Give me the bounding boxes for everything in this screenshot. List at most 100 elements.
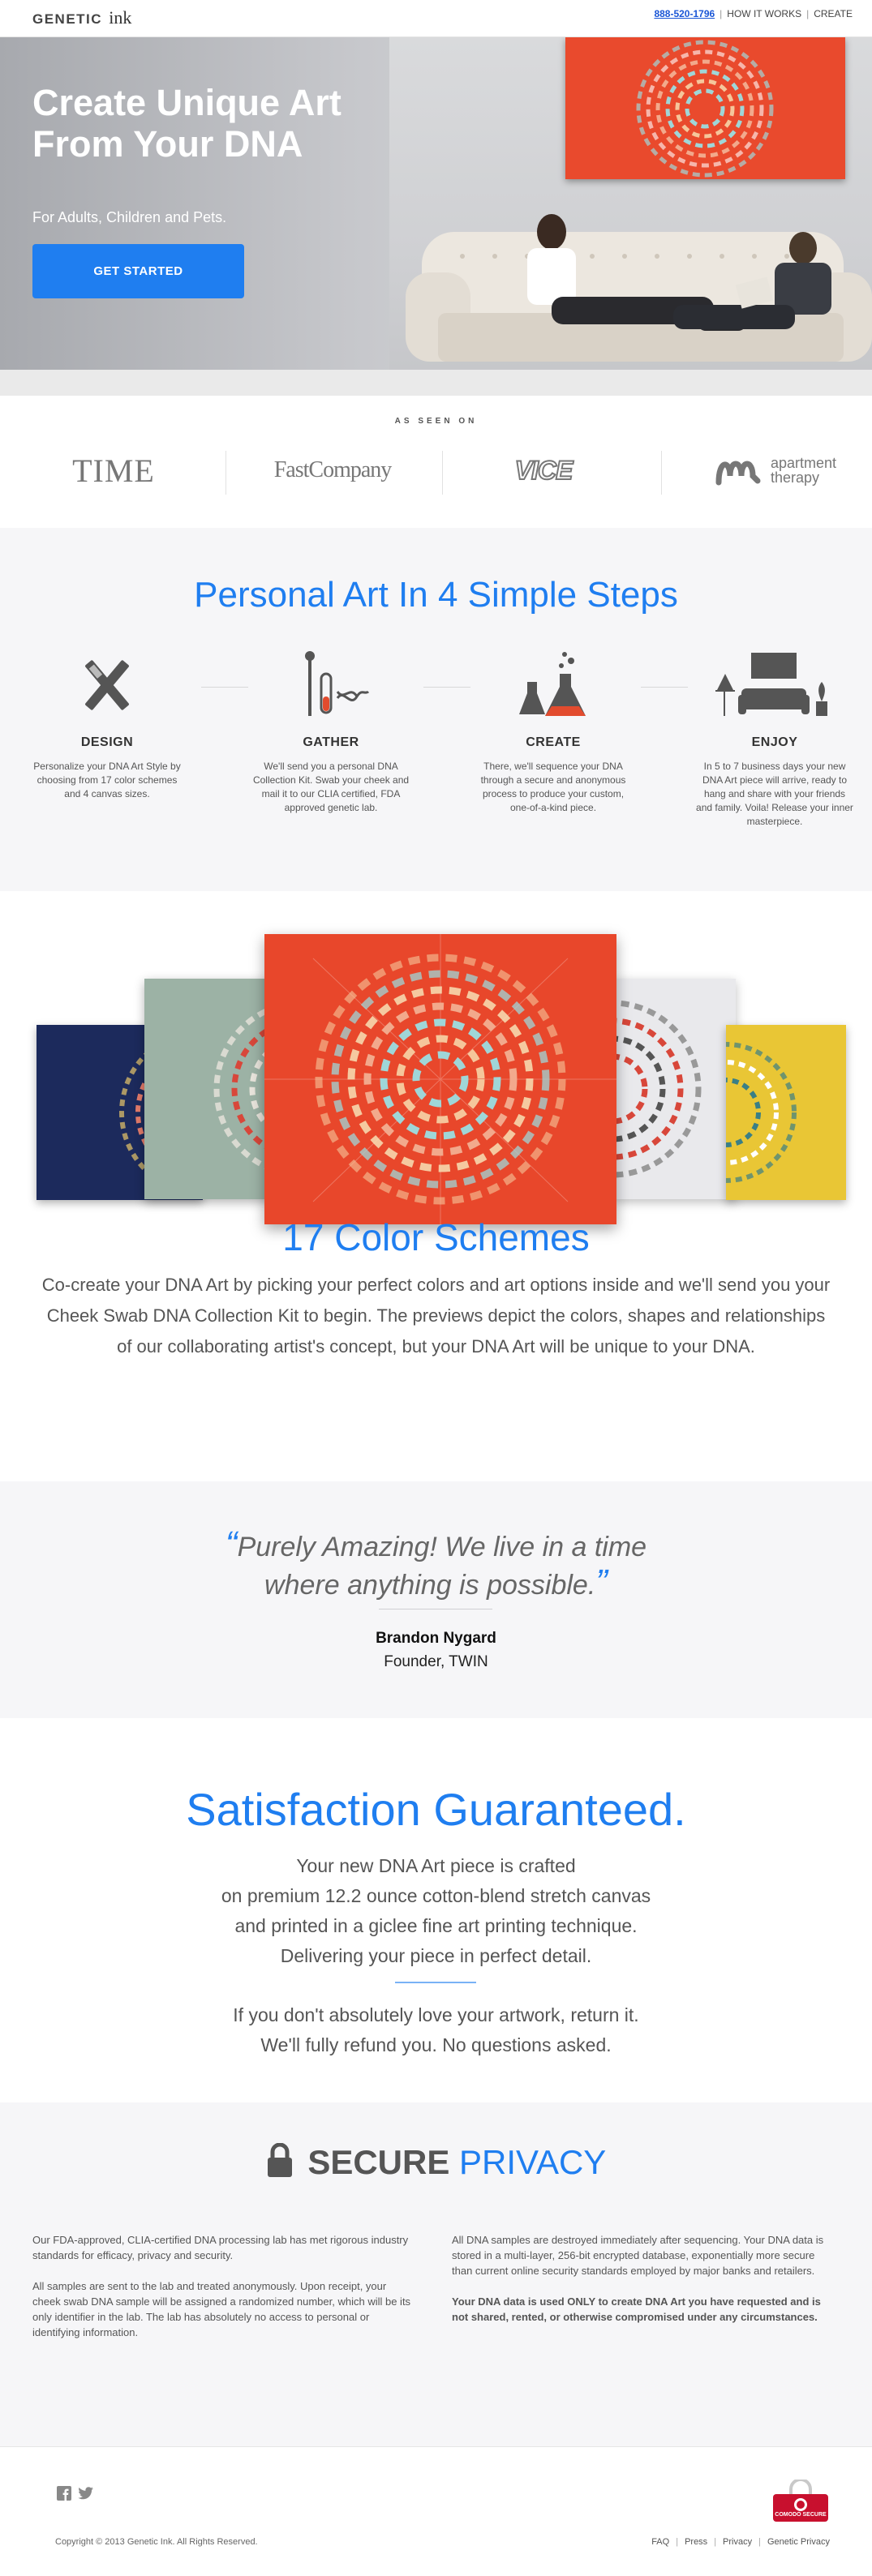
press-divider bbox=[442, 451, 443, 495]
footer-separator: | bbox=[758, 2537, 761, 2547]
site-header: GENETIC ink 888-520-1796 | HOW IT WORKS … bbox=[0, 0, 872, 37]
press-divider bbox=[661, 451, 662, 495]
step-enjoy: ENJOY In 5 to 7 business days your new D… bbox=[689, 648, 860, 829]
living-room-icon bbox=[715, 653, 827, 716]
canvas-preview-red[interactable] bbox=[264, 934, 616, 1224]
nav-separator: | bbox=[720, 8, 723, 19]
color-schemes-title: 17 Color Schemes bbox=[282, 1216, 590, 1258]
canvas-preview-white[interactable] bbox=[612, 979, 736, 1199]
refund-line: We'll fully refund you. No questions ask… bbox=[260, 2034, 612, 2055]
hero-title: Create Unique Art From Your DNA bbox=[32, 82, 341, 165]
secure-privacy-section: SECURE PRIVACY Our FDA-approved, CLIA-ce… bbox=[0, 2102, 872, 2446]
steps-section: Personal Art In 4 Simple Steps DESIGN Pe… bbox=[0, 528, 872, 891]
press-logo-apartment-therapy[interactable]: apartment therapy bbox=[698, 446, 860, 495]
testimonial-quote: “Purely Amazing! We live in a time where… bbox=[0, 1527, 872, 1603]
social-links bbox=[57, 2486, 94, 2501]
dna-art-icon bbox=[264, 934, 616, 1224]
secure-title-strong: SECURE bbox=[307, 2143, 450, 2181]
step-connector bbox=[201, 687, 248, 688]
press-logo-time[interactable]: TIME bbox=[32, 446, 195, 495]
fastcompany-logo-text: FastCompany bbox=[273, 457, 393, 482]
facebook-icon[interactable] bbox=[57, 2486, 71, 2501]
comodo-secure-badge[interactable]: COMODO SECURE bbox=[771, 2478, 830, 2523]
site-footer: COMODO SECURE Copyright © 2013 Genetic I… bbox=[0, 2446, 872, 2576]
flask-icon bbox=[519, 652, 586, 716]
apartment-therapy-logo-text: apartment therapy bbox=[771, 455, 837, 486]
step-create: CREATE There, we'll sequence your DNA th… bbox=[468, 648, 638, 815]
canvas-preview-yellow[interactable] bbox=[726, 1025, 846, 1200]
hero-subtitle: For Adults, Children and Pets. bbox=[32, 209, 227, 225]
step-title: ENJOY bbox=[751, 735, 798, 749]
footer-link-press[interactable]: Press bbox=[685, 2537, 707, 2547]
step-text: There, we'll sequence your DNA through a… bbox=[480, 761, 626, 813]
hero-art-canvas bbox=[565, 37, 845, 179]
color-schemes-section: 17 Color Schemes Co-create your DNA Art … bbox=[0, 891, 872, 1481]
badge-text: COMODO SECURE bbox=[775, 2512, 827, 2518]
time-logo-text: TIME bbox=[72, 452, 155, 489]
step-connector bbox=[423, 687, 470, 688]
swab-dna-icon bbox=[305, 651, 370, 716]
tools-icon bbox=[85, 660, 129, 710]
open-quote-mark: “ bbox=[225, 1524, 238, 1564]
privacy-left-column: Our FDA-approved, CLIA-certified DNA pro… bbox=[32, 2232, 414, 2355]
phone-link[interactable]: 888-520-1796 bbox=[654, 8, 715, 19]
step-gather: GATHER We'll send you a personal DNA Col… bbox=[246, 648, 416, 815]
satisfaction-text: Your new DNA Art piece is crafted on pre… bbox=[0, 1851, 872, 1971]
lock-icon bbox=[267, 2142, 292, 2177]
step-connector bbox=[641, 687, 688, 688]
copyright-text: Copyright © 2013 Genetic Ink. All Rights… bbox=[55, 2537, 258, 2547]
refund-line: If you don't absolutely love your artwor… bbox=[233, 2004, 639, 2025]
testimonial-section: “Purely Amazing! We live in a time where… bbox=[0, 1481, 872, 1718]
step-title: CREATE bbox=[526, 735, 581, 749]
dna-art-icon bbox=[726, 1042, 797, 1183]
top-nav: 888-520-1796 | HOW IT WORKS | CREATE bbox=[654, 8, 853, 19]
logo-ink: ink bbox=[109, 7, 132, 28]
footer-link-genetic-privacy[interactable]: Genetic Privacy bbox=[767, 2537, 830, 2547]
site-logo[interactable]: GENETIC ink bbox=[32, 7, 131, 28]
footer-nav: FAQ | Press | Privacy | Genetic Privacy bbox=[651, 2537, 830, 2547]
press-logo-fastcompany[interactable]: FastCompany bbox=[243, 446, 422, 495]
get-started-button[interactable]: GET STARTED bbox=[32, 244, 244, 298]
privacy-right-column: All DNA samples are destroyed immediatel… bbox=[452, 2232, 833, 2340]
privacy-paragraph-bold: Your DNA data is used ONLY to create DNA… bbox=[452, 2295, 821, 2323]
satisfaction-line: Your new DNA Art piece is crafted bbox=[296, 1855, 576, 1876]
testimonial-author: Brandon Nygard bbox=[376, 1630, 496, 1647]
press-logo-vice[interactable]: VICE bbox=[454, 446, 633, 495]
privacy-paragraph: All DNA samples are destroyed immediatel… bbox=[452, 2234, 824, 2277]
footer-separator: | bbox=[676, 2537, 679, 2547]
steps-title: Personal Art In 4 Simple Steps bbox=[194, 575, 678, 615]
satisfaction-divider bbox=[395, 1982, 476, 1983]
close-quote-mark: ” bbox=[595, 1562, 608, 1602]
satisfaction-title: Satisfaction Guaranteed. bbox=[186, 1784, 686, 1835]
step-title: GATHER bbox=[303, 735, 359, 749]
logo-text: GENETIC bbox=[32, 11, 103, 27]
secure-privacy-title: SECURE PRIVACY bbox=[0, 2142, 872, 2182]
nav-create[interactable]: CREATE bbox=[814, 8, 853, 19]
hero-sofa-image bbox=[406, 214, 872, 362]
nav-how-it-works[interactable]: HOW IT WORKS bbox=[727, 8, 801, 19]
privacy-paragraph: All samples are sent to the lab and trea… bbox=[32, 2280, 411, 2338]
step-text: In 5 to 7 business days your new DNA Art… bbox=[696, 761, 853, 827]
twitter-icon[interactable] bbox=[78, 2486, 94, 2501]
footer-separator: | bbox=[714, 2537, 717, 2547]
refund-text: If you don't absolutely love your artwor… bbox=[0, 2000, 872, 2060]
step-text: Personalize your DNA Art Style by choosi… bbox=[33, 761, 181, 799]
hero-section: Create Unique Art From Your DNA For Adul… bbox=[0, 37, 872, 396]
satisfaction-line: Delivering your piece in perfect detail. bbox=[280, 1945, 592, 1966]
satisfaction-line: on premium 12.2 ounce cotton-blend stret… bbox=[221, 1885, 651, 1906]
as-seen-on-label: AS SEEN ON bbox=[394, 417, 478, 426]
footer-link-faq[interactable]: FAQ bbox=[651, 2537, 669, 2547]
apartment-therapy-icon bbox=[715, 461, 761, 486]
testimonial-author-role: Founder, TWIN bbox=[384, 1653, 488, 1670]
privacy-paragraph: Our FDA-approved, CLIA-certified DNA pro… bbox=[32, 2234, 409, 2261]
footer-link-privacy[interactable]: Privacy bbox=[723, 2537, 752, 2547]
satisfaction-section: Satisfaction Guaranteed. Your new DNA Ar… bbox=[0, 1718, 872, 2102]
step-design: DESIGN Personalize your DNA Art Style by… bbox=[22, 648, 192, 801]
step-text: We'll send you a personal DNA Collection… bbox=[252, 761, 410, 813]
dna-art-icon bbox=[612, 1000, 702, 1178]
secure-title-light: PRIVACY bbox=[459, 2143, 607, 2181]
quote-line-1: Purely Amazing! We live in a time bbox=[237, 1532, 647, 1562]
nav-separator: | bbox=[806, 8, 810, 19]
vice-logo-text: VICE bbox=[514, 455, 574, 486]
color-schemes-text: Co-create your DNA Art by picking your p… bbox=[41, 1275, 831, 1357]
